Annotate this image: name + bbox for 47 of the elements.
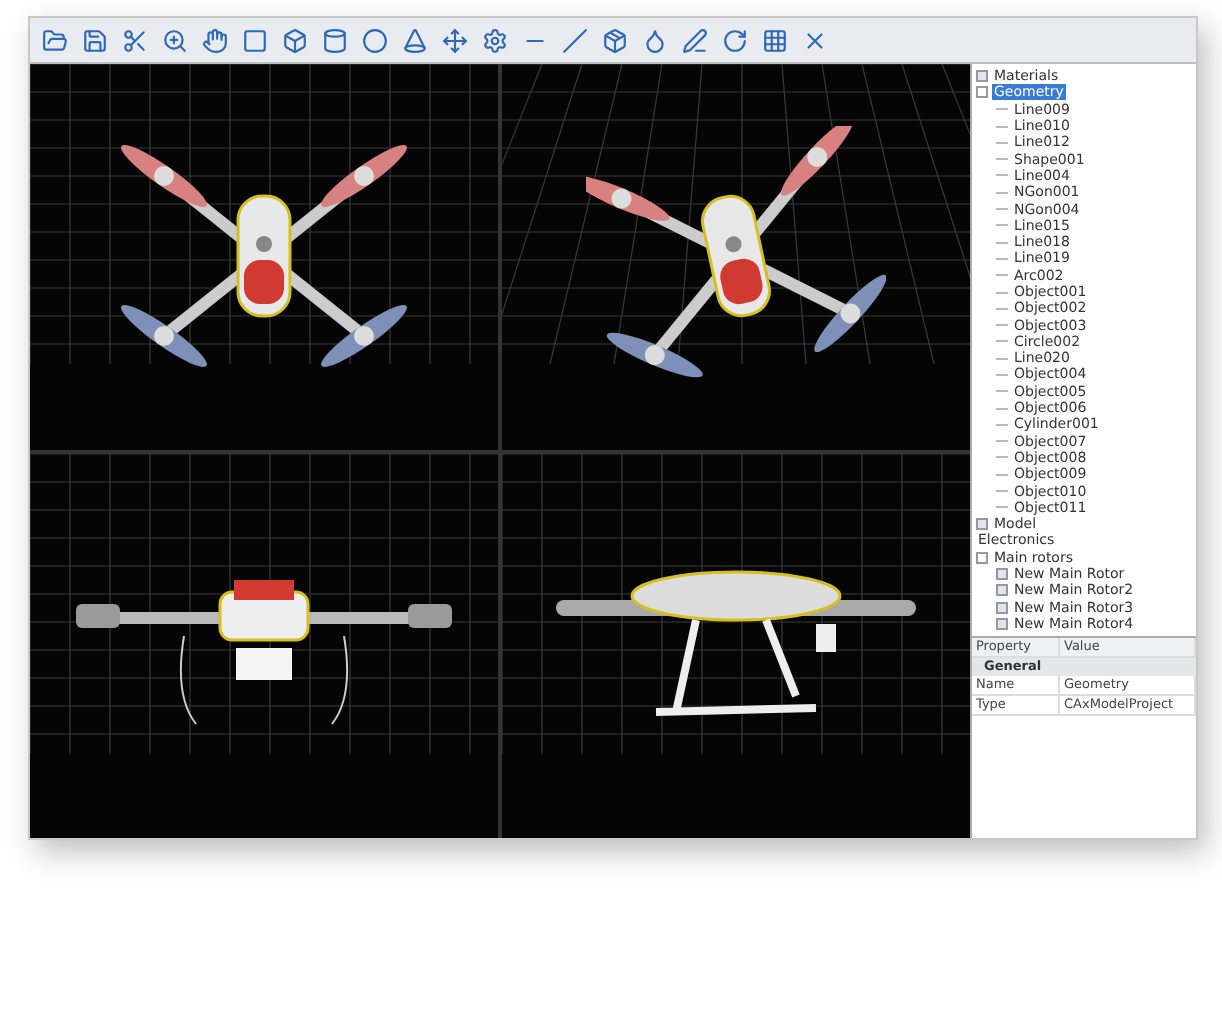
tree-connector bbox=[996, 324, 1008, 327]
tree-connector bbox=[996, 440, 1008, 443]
tree-connector bbox=[996, 407, 1008, 410]
cone-icon[interactable] bbox=[398, 23, 432, 57]
tree-connector bbox=[996, 191, 1008, 194]
hand-icon[interactable] bbox=[198, 23, 232, 57]
tree-connector bbox=[996, 274, 1008, 277]
tree-connector bbox=[996, 208, 1008, 211]
tree-connector bbox=[996, 158, 1008, 161]
tree-connector bbox=[996, 257, 1008, 260]
tree-connector bbox=[996, 456, 1008, 459]
cylinder-icon[interactable] bbox=[318, 23, 352, 57]
tree-connector bbox=[996, 307, 1008, 310]
tree-connector bbox=[996, 108, 1008, 111]
tree-connector bbox=[996, 241, 1008, 244]
cube-icon[interactable] bbox=[278, 23, 312, 57]
tree-connector bbox=[996, 357, 1008, 360]
tree-connector bbox=[996, 506, 1008, 509]
expand-toggle[interactable] bbox=[996, 568, 1008, 581]
package-icon[interactable] bbox=[598, 23, 632, 57]
slash-icon[interactable] bbox=[558, 23, 592, 57]
tree-connector bbox=[996, 490, 1008, 493]
viewport[interactable] bbox=[30, 453, 498, 838]
pen-icon[interactable] bbox=[678, 23, 712, 57]
move-icon[interactable] bbox=[438, 23, 472, 57]
tree-connector bbox=[996, 373, 1008, 376]
tree-connector bbox=[996, 390, 1008, 393]
tree-connector bbox=[996, 423, 1008, 426]
expand-toggle[interactable] bbox=[976, 70, 988, 83]
tree-connector bbox=[996, 473, 1008, 476]
viewport[interactable] bbox=[502, 64, 970, 449]
expand-toggle[interactable] bbox=[976, 518, 988, 531]
viewport[interactable] bbox=[30, 64, 498, 449]
expand-toggle[interactable] bbox=[996, 584, 1008, 597]
expand-toggle[interactable] bbox=[996, 617, 1008, 630]
tree-connector bbox=[996, 340, 1008, 343]
expand-toggle[interactable] bbox=[996, 601, 1008, 614]
collapse-toggle[interactable] bbox=[976, 86, 988, 99]
settings-icon[interactable] bbox=[478, 23, 512, 57]
tree-connector bbox=[996, 141, 1008, 144]
collapse-toggle[interactable] bbox=[976, 551, 988, 564]
tree-connector bbox=[996, 125, 1008, 128]
tree-connector bbox=[996, 224, 1008, 227]
tree-connector bbox=[996, 291, 1008, 293]
tree-connector bbox=[996, 174, 1008, 177]
circle-icon[interactable] bbox=[358, 23, 392, 57]
viewport[interactable] bbox=[502, 453, 970, 838]
